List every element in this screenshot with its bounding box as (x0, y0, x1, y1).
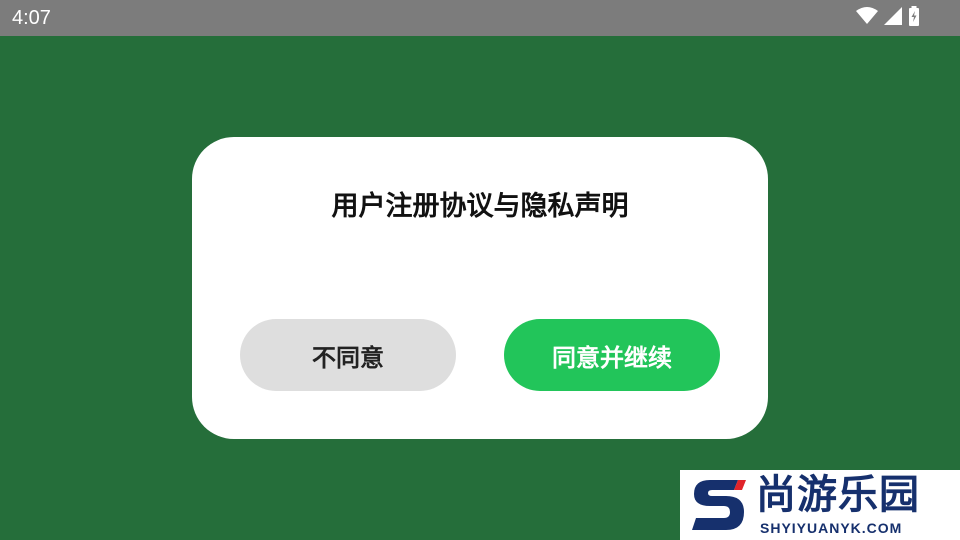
watermark: 尚游乐园 SHYIYUANYK.COM (680, 470, 960, 540)
disagree-button[interactable]: 不同意 (240, 319, 456, 391)
cell-signal-icon (884, 7, 902, 29)
status-icons (856, 6, 920, 30)
watermark-brand: 尚游乐园 (756, 472, 920, 518)
watermark-domain: SHYIYUANYK.COM (760, 520, 903, 536)
s-logo-icon (688, 474, 748, 536)
battery-charging-icon (908, 6, 920, 30)
status-bar: 4:07 (0, 0, 960, 36)
wifi-icon (856, 7, 878, 29)
dialog-title: 用户注册协议与隐私声明 (331, 191, 629, 222)
agreement-dialog: 用户注册协议与隐私声明 不同意 同意并继续 (192, 137, 768, 439)
status-time: 4:07 (12, 7, 51, 29)
agree-continue-button[interactable]: 同意并继续 (504, 319, 720, 391)
